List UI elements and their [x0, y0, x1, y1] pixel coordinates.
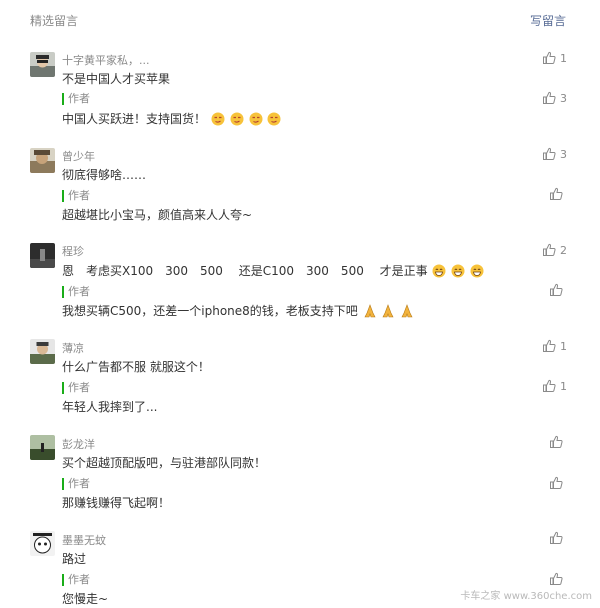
section-title: 精选留言 [30, 14, 79, 28]
author-reply-content: 我想买辆C500，还差一个iphone8的钱，老板支持下吧 [62, 304, 358, 318]
thumbs-up-icon [550, 187, 563, 200]
like-count: 2 [560, 243, 567, 257]
avatar[interactable] [30, 339, 55, 364]
comment-nickname[interactable]: 墨墨无蚊 [62, 532, 106, 548]
comment-text: 路过 [62, 552, 87, 566]
like-button[interactable] [549, 187, 567, 201]
like-button[interactable] [549, 531, 567, 545]
like-count: 1 [560, 339, 567, 353]
comments-header: 精选留言 写留言 [0, 0, 600, 40]
avatar[interactable] [30, 148, 55, 173]
author-reply-label: 作者 [62, 190, 90, 202]
avatar[interactable] [30, 52, 55, 77]
thumbs-up-icon [550, 476, 563, 489]
like-button[interactable]: 1 [542, 339, 567, 353]
like-count: 1 [560, 379, 567, 393]
comment-text: 恩 考虑买X100 300 500 还是C100 300 500 才是正事 [62, 262, 484, 281]
thumbs-up-icon [550, 572, 563, 585]
like-button[interactable]: 1 [542, 379, 567, 393]
thumbs-up-icon [543, 91, 556, 104]
author-reply-label: 作者 [62, 478, 90, 490]
smug-face-icon [210, 112, 281, 129]
thumbs-up-icon [543, 243, 556, 256]
like-count: 3 [560, 147, 567, 161]
comment-nickname[interactable]: 彭龙洋 [62, 436, 95, 452]
comment-nickname[interactable]: 十字黄平家私，... [62, 52, 150, 68]
thumbs-up-icon [550, 531, 563, 544]
comment-content: 恩 考虑买X100 300 500 还是C100 300 500 才是正事 [62, 264, 428, 278]
author-reply-label: 作者 [62, 382, 90, 394]
avatar[interactable] [30, 435, 55, 460]
author-reply-text: 那赚钱赚得飞起啊！ [62, 496, 171, 510]
author-reply-text: 您慢走~ [62, 592, 109, 606]
like-button[interactable] [549, 435, 567, 449]
comment-text: 买个超越顶配版吧，与驻港部队同款！ [62, 456, 267, 470]
comment-text: 不是中国人才买苹果 [62, 72, 171, 86]
site-watermark: 卡车之家 www.360che.com [460, 591, 592, 602]
thumbs-up-icon [543, 147, 556, 160]
like-count: 3 [560, 91, 567, 105]
like-button[interactable]: 3 [542, 147, 567, 161]
author-reply-text: 超越堪比小宝马，颜值高来人人夸~ [62, 208, 253, 222]
comment-nickname[interactable]: 曾少年 [62, 148, 95, 164]
thumbs-up-icon [543, 379, 556, 392]
thumbs-up-icon [543, 51, 556, 64]
comment-nickname[interactable]: 程珍 [62, 243, 84, 259]
author-reply-text: 中国人买跃进！支持国货！ [62, 110, 281, 129]
avatar[interactable] [30, 243, 55, 268]
like-button[interactable] [549, 283, 567, 297]
like-button[interactable]: 3 [542, 91, 567, 105]
grinning-face-icon [431, 264, 484, 281]
author-reply-content: 中国人买跃进！支持国货！ [62, 112, 207, 126]
avatar[interactable] [30, 531, 55, 556]
author-reply-label: 作者 [62, 286, 90, 298]
author-reply-label: 作者 [62, 93, 90, 105]
comment-text: 什么广告都不服 就服这个！ [62, 360, 210, 374]
comment-nickname[interactable]: 薄凉 [62, 340, 84, 356]
like-button[interactable] [549, 476, 567, 490]
thumbs-up-icon [550, 435, 563, 448]
like-button[interactable] [549, 572, 567, 586]
thumbs-up-icon [543, 339, 556, 352]
like-count: 1 [560, 51, 567, 65]
author-reply-label: 作者 [62, 574, 90, 586]
like-button[interactable]: 2 [542, 243, 567, 257]
write-comment-button[interactable]: 写留言 [530, 12, 566, 29]
praying-hands-icon [362, 304, 415, 321]
comment-text: 彻底得够啥…… [62, 168, 147, 182]
author-reply-text: 年轻人我摔到了... [62, 400, 158, 414]
like-button[interactable]: 1 [542, 51, 567, 65]
author-reply-text: 我想买辆C500，还差一个iphone8的钱，老板支持下吧 [62, 302, 414, 321]
thumbs-up-icon [550, 283, 563, 296]
